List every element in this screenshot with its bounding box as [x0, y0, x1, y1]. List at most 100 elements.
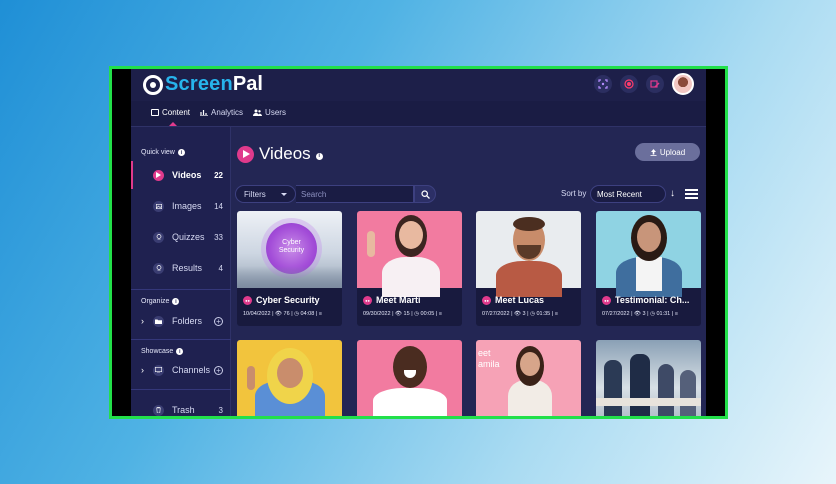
card-date: 09/30/2022: [363, 311, 391, 317]
caret-down-icon: [281, 193, 287, 196]
sidebar-item-label: Results: [172, 263, 203, 273]
video-card[interactable]: ●● Meet Lucas 07/27/2022 | 👁 3 | ◷ 01:35…: [476, 211, 581, 326]
tab-analytics[interactable]: Analytics: [200, 108, 243, 117]
list-view-icon[interactable]: [685, 189, 698, 199]
add-folder-icon[interactable]: +: [214, 317, 223, 326]
add-channel-icon[interactable]: +: [214, 366, 223, 375]
results-icon: [153, 262, 164, 274]
card-meta: 10/04/2022 | 👁 76 | ◷ 04:08 | ≡: [243, 311, 322, 317]
card-views: 3: [642, 311, 646, 317]
analytics-icon: [200, 110, 209, 116]
user-avatar[interactable]: [672, 73, 694, 95]
filters-dropdown[interactable]: Filters: [235, 185, 296, 203]
sidebar-item-label: Images: [172, 201, 202, 211]
card-title-text: Cyber Security: [256, 295, 320, 305]
folder-icon: [153, 315, 164, 327]
card-views: 3: [522, 311, 526, 317]
logo-eye-icon: [143, 74, 163, 95]
users-icon: [253, 109, 263, 116]
video-type-icon: ●●: [482, 295, 491, 305]
sidebar-item-channels[interactable]: › Channels +: [131, 356, 231, 384]
search-icon: [420, 189, 430, 199]
video-thumbnail[interactable]: [237, 340, 342, 416]
divider: [131, 289, 231, 290]
clock-icon: ◷: [414, 311, 419, 317]
tab-content[interactable]: Content: [151, 108, 190, 126]
info-icon[interactable]: i: [172, 298, 180, 305]
video-thumbnail[interactable]: [596, 340, 701, 416]
menu-icon[interactable]: ≡: [319, 311, 322, 317]
sort-select[interactable]: Most Recent: [590, 185, 666, 203]
sidebar-item-images[interactable]: Images 14: [131, 192, 231, 220]
trash-icon: [153, 404, 164, 416]
search-button[interactable]: [414, 185, 436, 203]
card-duration: 01:35: [536, 311, 551, 317]
screenshot-icon[interactable]: [594, 75, 612, 93]
upload-button[interactable]: Upload: [635, 143, 700, 161]
card-title: ●● Testimonial: Ch...: [602, 295, 700, 305]
card-duration: 00:05: [420, 311, 435, 317]
main-content: Videos i Upload Filters Sort by Most Rec…: [232, 127, 706, 416]
menu-icon[interactable]: ≡: [675, 311, 678, 317]
views-icon: 👁: [514, 311, 522, 317]
clock-icon: ◷: [650, 311, 655, 317]
image-icon: [153, 200, 164, 212]
top-bar: Screen Pal: [131, 69, 706, 101]
views-icon: 👁: [634, 311, 642, 317]
upload-icon: [650, 148, 657, 156]
clock-icon: ◷: [294, 311, 299, 317]
video-card[interactable]: ●● Meet Marti 09/30/2022 | 👁 15 | ◷ 00:0…: [357, 211, 462, 326]
chevron-right-icon[interactable]: ›: [141, 316, 144, 326]
sidebar-item-label: Channels: [172, 365, 211, 375]
sidebar-item-quizzes[interactable]: Quizzes 33: [131, 223, 231, 251]
divider: [131, 339, 231, 340]
tab-users[interactable]: Users: [253, 108, 286, 117]
sort-by-label: Sort by: [561, 189, 587, 198]
video-thumbnail[interactable]: [357, 340, 462, 416]
sidebar-item-count: 14: [214, 201, 223, 211]
clock-icon: ◷: [530, 311, 535, 317]
search-input[interactable]: [296, 185, 414, 203]
info-icon[interactable]: i: [315, 152, 323, 160]
card-meta: 07/27/2022 | 👁 3 | ◷ 01:35 | ≡: [482, 311, 558, 317]
content-icon: [151, 109, 159, 116]
video-type-icon: ●●: [363, 295, 372, 305]
sidebar: Quick view i Videos 22 Images 14 Quizzes…: [131, 127, 231, 416]
video-thumbnail[interactable]: Cyber Security: [237, 211, 342, 288]
sidebar-item-results[interactable]: Results 4: [131, 254, 231, 282]
info-icon[interactable]: i: [177, 149, 185, 156]
video-thumbnail[interactable]: eet amila: [476, 340, 581, 416]
video-thumbnail[interactable]: [596, 211, 701, 297]
sidebar-item-label: Quizzes: [172, 232, 205, 242]
sidebar-item-count: 3: [218, 405, 223, 415]
views-icon: 👁: [395, 311, 403, 317]
card-duration: 01:31: [656, 311, 671, 317]
card-views: 76: [283, 311, 290, 317]
menu-icon[interactable]: ≡: [439, 311, 442, 317]
organize-label: Organize: [141, 298, 170, 305]
sidebar-item-trash[interactable]: Trash 3: [131, 396, 231, 416]
filter-row: Filters Sort by Most Recent ↓: [235, 185, 701, 203]
video-thumbnail[interactable]: [357, 211, 462, 297]
thumbnail-text: eet amila: [478, 348, 500, 369]
video-thumbnail[interactable]: [476, 211, 581, 297]
video-frame: Screen Pal Content Analytics Users Quick…: [109, 66, 728, 419]
card-title-text: Testimonial: Ch...: [615, 295, 690, 305]
videos-icon: [237, 145, 254, 163]
sidebar-item-folders[interactable]: › Folders +: [131, 307, 231, 335]
menu-icon[interactable]: ≡: [555, 311, 558, 317]
chevron-right-icon[interactable]: ›: [141, 365, 144, 375]
record-icon[interactable]: [620, 75, 638, 93]
logo-text-screen: Screen: [165, 73, 233, 95]
logo-text-pal: Pal: [232, 73, 263, 95]
card-date: 10/04/2022: [243, 311, 271, 317]
video-card[interactable]: Cyber Security ●● Cyber Security 10/04/2…: [237, 211, 342, 326]
screenpal-logo[interactable]: Screen Pal: [143, 73, 263, 96]
edit-video-icon[interactable]: [646, 75, 664, 93]
sort-direction-icon[interactable]: ↓: [670, 188, 675, 199]
quiz-icon: [153, 231, 164, 243]
sidebar-item-videos[interactable]: Videos 22: [131, 161, 231, 189]
info-icon[interactable]: i: [176, 348, 184, 355]
video-card[interactable]: ●● Testimonial: Ch... 07/27/2022 | 👁 3 |…: [596, 211, 701, 326]
nav-bar: Content Analytics Users: [131, 101, 706, 127]
